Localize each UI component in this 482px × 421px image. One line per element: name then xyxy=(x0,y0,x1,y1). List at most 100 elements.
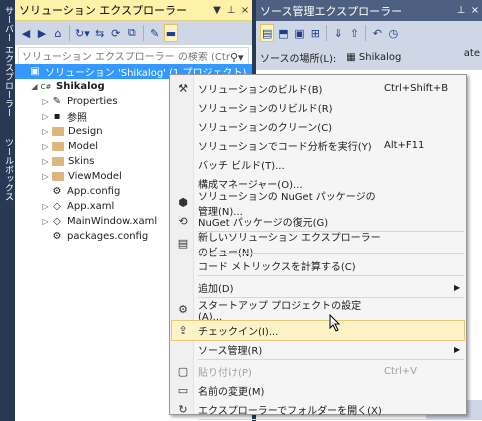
source-control-title: ソース管理エクスプローラー xyxy=(260,4,403,18)
folder-icon xyxy=(52,157,64,166)
refresh-icon[interactable]: ⟳ xyxy=(109,24,123,42)
tree-item-label: App.config xyxy=(67,186,121,197)
expand-arrow-icon[interactable]: ▷ xyxy=(41,157,50,166)
new-folder-icon[interactable]: ▣ xyxy=(292,24,306,42)
tree-item-label: ViewModel xyxy=(68,171,122,182)
expand-arrow-icon[interactable]: ▷ xyxy=(41,202,50,211)
menu-item-label: 追加(D) xyxy=(198,284,234,295)
toolbar-separator xyxy=(365,25,367,41)
menu-item-label: バッチ ビルド(T)... xyxy=(198,161,285,172)
get-latest-icon[interactable]: ⇓ xyxy=(331,24,345,42)
add-files-icon[interactable]: ⊞ xyxy=(308,24,322,42)
workspace-icon[interactable]: ▤ xyxy=(260,24,275,42)
toolbox-tab[interactable]: ツールボックス xyxy=(1,138,14,201)
menu-item[interactable]: ▢ 貼り付け(P) Ctrl+V xyxy=(172,362,464,381)
tree-item-label: Skins xyxy=(68,156,95,167)
menu-separator xyxy=(198,419,464,420)
toolbar-separator xyxy=(326,25,328,41)
server-explorer-tab[interactable]: サーバー エクスプローラー xyxy=(1,6,14,117)
source-control-toolbar: ▤ ⬒ ▣ ⊞ ⇓ ⇧ ↶ ◷ xyxy=(256,21,482,45)
expand-arrow-icon[interactable]: ◢ xyxy=(30,82,39,91)
folder-up-icon[interactable]: ⬒ xyxy=(276,24,290,42)
close-icon[interactable]: × xyxy=(468,5,482,16)
pin-icon[interactable]: ⊥ xyxy=(224,5,238,16)
folder-icon xyxy=(52,142,64,151)
menu-item-label: チェックイン(I)... xyxy=(198,327,279,338)
expand-arrow-icon[interactable]: ▷ xyxy=(41,217,50,226)
restore-icon: ⟲ xyxy=(178,215,188,228)
collapse-all-icon[interactable]: ⧉ xyxy=(125,24,139,42)
history-icon[interactable]: ◷ xyxy=(386,24,400,42)
mouse-cursor-icon xyxy=(329,314,341,332)
search-input[interactable] xyxy=(22,51,230,63)
menu-item-label: 名前の変更(M) xyxy=(198,387,265,398)
dropdown-icon[interactable]: ▼ xyxy=(210,5,224,16)
menu-item[interactable]: ⬢ ソリューションの NuGet パッケージの管理(N)... xyxy=(172,192,464,218)
tree-item-label: Design xyxy=(68,126,103,137)
truncated-header-text: ate xyxy=(463,48,480,59)
wrench-icon: ✎ xyxy=(52,96,62,107)
preview-icon[interactable]: ▬ xyxy=(163,24,179,42)
menu-item-label: ソリューションのクリーン(C) xyxy=(198,123,333,134)
search-icon[interactable]: ⚲▾ xyxy=(230,51,248,64)
checkin-icon[interactable]: ⇧ xyxy=(347,24,361,42)
menu-item-label: NuGet パッケージの復元(G) xyxy=(198,218,329,229)
menu-item-label: ソリューションでコード分析を実行(Y) xyxy=(198,142,372,153)
menu-item-label: コード メトリックスを計算する(C) xyxy=(198,262,356,273)
expand-arrow-icon[interactable]: ▷ xyxy=(41,112,50,121)
left-tool-strip: サーバー エクスプローラー ツールボックス xyxy=(0,0,15,421)
expand-arrow-icon[interactable]: ▷ xyxy=(41,172,50,181)
submenu-arrow-icon: ▶ xyxy=(454,345,461,354)
folder-icon xyxy=(52,127,64,136)
xaml-icon: ◇ xyxy=(53,201,61,212)
source-location: ソースの場所(L): ▦ Shikalog xyxy=(256,45,482,69)
gear-icon: ⚙ xyxy=(178,303,188,316)
properties-icon[interactable]: ✎ xyxy=(148,24,162,42)
menu-item-label: ソリューションのビルド(B) xyxy=(198,85,323,96)
pin-icon[interactable]: ⊥ xyxy=(454,5,468,16)
menu-item[interactable]: ⚙ スタートアップ プロジェクトの設定(A)... xyxy=(172,300,464,323)
menu-separator xyxy=(198,359,464,360)
source-control-titlebar: ソース管理エクスプローラー ⊥ × xyxy=(256,0,482,21)
toolbar-separator xyxy=(69,25,70,41)
menu-item-label: 貼り付け(P) xyxy=(198,368,252,379)
tree-item-label: Shikalog xyxy=(56,81,105,92)
menu-item[interactable]: ⚒ ソリューションのビルド(B) Ctrl+Shift+B xyxy=(172,79,464,98)
sync-icon[interactable]: ⇆ xyxy=(93,24,107,42)
menu-item[interactable]: ソリューションのリビルド(R) xyxy=(172,98,464,117)
solution-icon: ▣ xyxy=(30,66,40,77)
tree-item-label: packages.config xyxy=(67,231,149,242)
menu-item[interactable]: コード メトリックスを計算する(C) xyxy=(172,256,464,275)
menu-item-label: ソース管理(R) xyxy=(198,346,263,357)
menu-item[interactable]: ⇪ チェックイン(I)... xyxy=(171,320,465,341)
solution-explorer-titlebar: ソリューション エクスプローラー ▼ ⊥ × xyxy=(15,0,252,21)
expand-arrow-icon[interactable]: ▷ xyxy=(41,142,50,151)
close-icon[interactable]: × xyxy=(238,5,252,16)
menu-item[interactable]: ソリューションでコード分析を実行(Y) Alt+F11 xyxy=(172,136,464,155)
menu-separator xyxy=(198,253,464,254)
server-icon: ▦ xyxy=(346,51,359,63)
menu-item[interactable]: バッチ ビルド(T)... xyxy=(172,155,464,174)
tree-item-label: App.xaml xyxy=(67,201,115,212)
back-icon[interactable]: ◀ xyxy=(19,24,33,42)
menu-item[interactable]: ソース管理(R) ▶ xyxy=(172,340,464,359)
menu-item[interactable]: ソリューションのクリーン(C) xyxy=(172,117,464,136)
menu-separator xyxy=(198,275,464,276)
forward-icon[interactable]: ▶ xyxy=(35,24,49,42)
solution-explorer-toolbar: ◀ ▶ ⌂ ↻▾ ⇆ ⟳ ⧉ ✎ ▬ xyxy=(15,21,252,45)
expand-arrow-icon[interactable]: ▷ xyxy=(41,127,50,136)
undo-icon[interactable]: ↶ xyxy=(370,24,384,42)
build-icon: ⚒ xyxy=(178,82,188,95)
menu-item[interactable]: ▤ 新しいソリューション エクスプローラーのビュー(N) xyxy=(172,233,464,259)
menu-item[interactable]: 追加(D) ▶ xyxy=(172,278,464,297)
history-icon[interactable]: ↻▾ xyxy=(74,24,91,42)
tree-item-label: Properties xyxy=(67,96,118,107)
expand-arrow-icon[interactable]: ▷ xyxy=(41,97,50,106)
menu-item-shortcut: Ctrl+Shift+B xyxy=(384,83,449,94)
menu-item[interactable]: ▭ 名前の変更(M) xyxy=(172,381,464,400)
source-location-value[interactable]: ▦ Shikalog xyxy=(346,52,401,63)
home-icon[interactable]: ⌂ xyxy=(51,24,65,42)
menu-item[interactable]: ↻ エクスプローラーでフォルダーを開く(X) xyxy=(172,400,464,419)
rename-icon: ▭ xyxy=(177,384,189,397)
menu-item-label: エクスプローラーでフォルダーを開く(X) xyxy=(198,406,382,417)
